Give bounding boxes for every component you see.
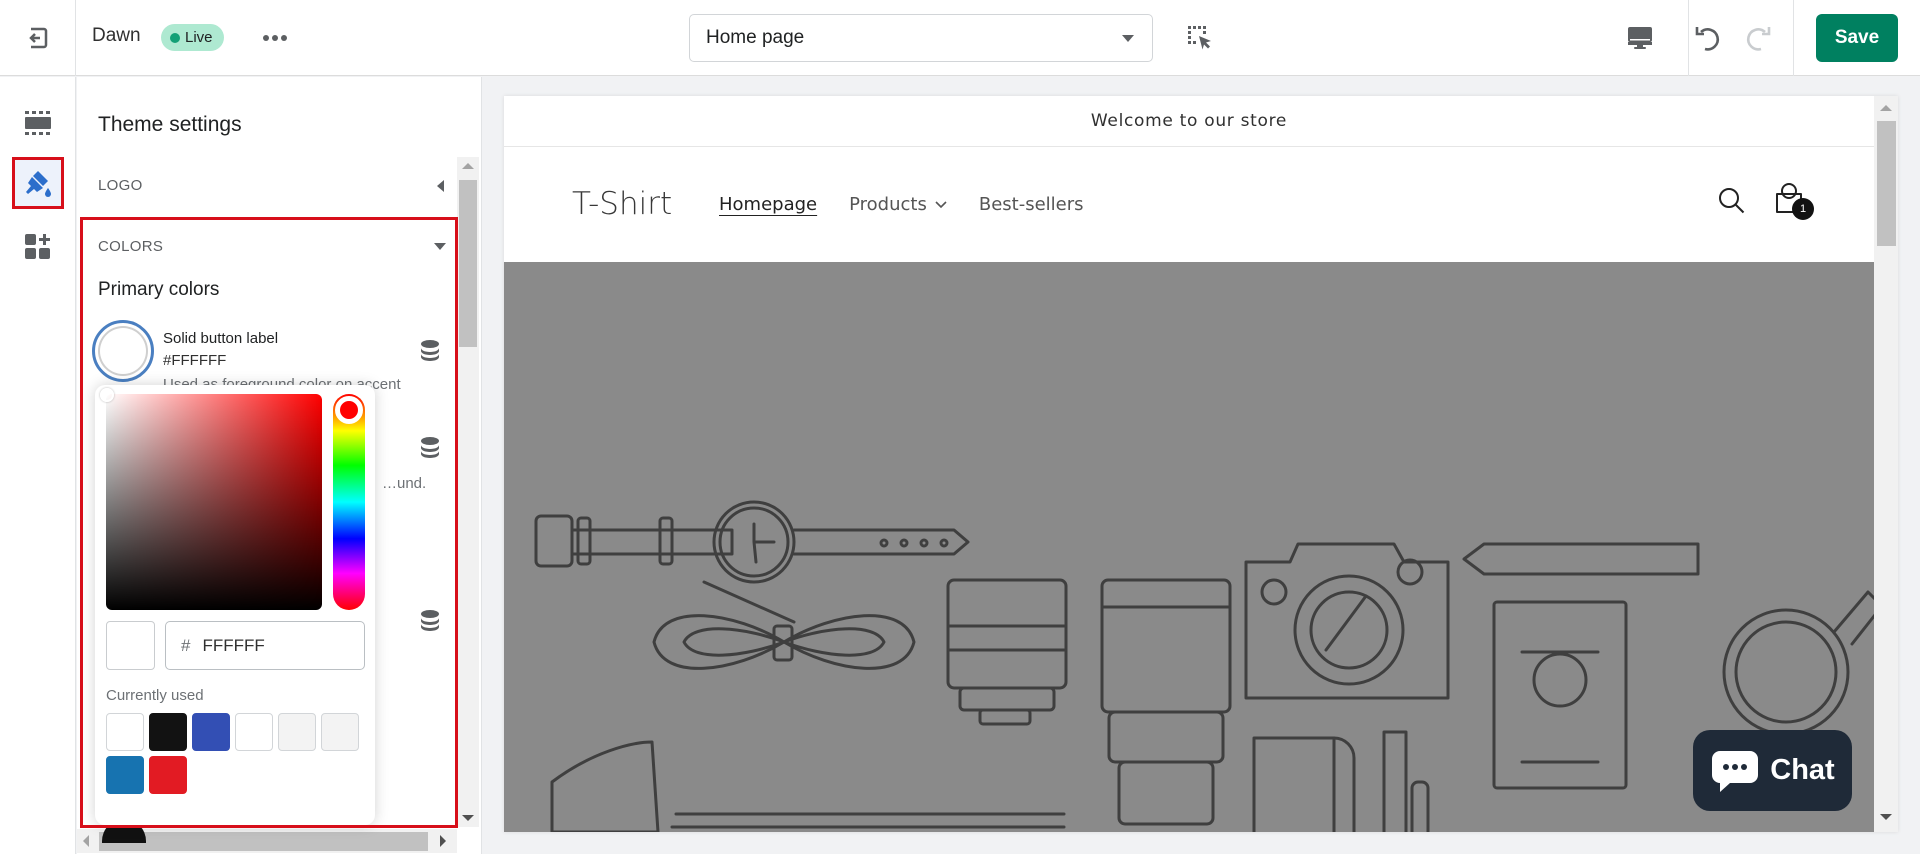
hex-color-input[interactable]: # FFFFFF xyxy=(165,621,365,670)
nav-item-homepage[interactable]: Homepage xyxy=(719,194,817,215)
used-color-swatch[interactable] xyxy=(321,713,359,751)
scroll-down-arrow-icon[interactable] xyxy=(462,815,474,821)
editor-sidebar-rail xyxy=(0,77,76,854)
undo-button[interactable] xyxy=(1688,18,1728,58)
live-dot-icon xyxy=(170,32,180,43)
hero-banner-image xyxy=(504,262,1874,832)
section-colors-toggle[interactable]: COLORS xyxy=(98,238,446,255)
nav-item-best-sellers[interactable]: Best-sellers xyxy=(979,194,1084,215)
save-button[interactable]: Save xyxy=(1816,14,1898,62)
inspector-toggle-button[interactable] xyxy=(1184,22,1216,54)
color-swatch-button[interactable] xyxy=(92,320,154,382)
saturation-handle[interactable] xyxy=(100,388,114,402)
dynamic-source-icon[interactable] xyxy=(420,340,440,362)
caret-down-icon xyxy=(1122,35,1134,42)
page-selector-value: Home page xyxy=(706,27,805,48)
chat-bubble-icon xyxy=(1712,750,1759,792)
theme-name: Dawn xyxy=(92,25,141,46)
lifestyle-illustration xyxy=(534,500,1874,832)
chat-label: Chat xyxy=(1770,754,1835,786)
store-header: T-Shirt Homepage Products Best-sellers 1 xyxy=(504,148,1874,262)
caret-left-icon xyxy=(437,180,444,192)
currently-used-label: Currently used xyxy=(106,687,204,704)
sections-icon xyxy=(25,111,51,135)
redo-icon xyxy=(1746,27,1771,51)
scrollbar-thumb[interactable] xyxy=(1877,121,1896,246)
section-colors-label: COLORS xyxy=(98,238,164,255)
store-logo[interactable]: T-Shirt xyxy=(572,186,672,222)
undo-icon xyxy=(1695,27,1720,51)
used-color-swatch[interactable] xyxy=(106,713,144,751)
used-color-swatch[interactable] xyxy=(235,713,273,751)
selected-color-preview xyxy=(106,621,155,670)
used-color-swatch[interactable] xyxy=(278,713,316,751)
color-setting-value: #FFFFFF xyxy=(163,352,227,369)
paint-brush-icon xyxy=(26,171,51,197)
rail-item-theme-settings[interactable] xyxy=(12,157,64,209)
exit-icon xyxy=(28,27,47,49)
nav-item-products[interactable]: Products xyxy=(849,194,947,215)
rail-item-app-embeds[interactable] xyxy=(12,221,64,273)
more-horizontal-icon xyxy=(263,35,269,41)
cart-count-badge: 1 xyxy=(1792,198,1814,220)
hex-prefix: # xyxy=(181,635,191,655)
saturation-brightness-area[interactable] xyxy=(100,388,322,610)
scrollbar-thumb[interactable] xyxy=(459,180,477,347)
top-bar: Dawn Live Home page Save xyxy=(0,0,1920,76)
section-logo-label: LOGO xyxy=(98,177,143,194)
dynamic-source-icon[interactable] xyxy=(420,610,440,632)
cart-button[interactable]: 1 xyxy=(1774,182,1814,221)
hue-slider[interactable] xyxy=(333,394,365,610)
desktop-icon xyxy=(1628,27,1652,49)
dynamic-source-icon[interactable] xyxy=(420,437,440,459)
color-setting-label: Solid button label xyxy=(163,330,279,347)
redo-button[interactable] xyxy=(1738,18,1778,58)
select-element-icon xyxy=(1188,26,1211,50)
used-color-swatch[interactable] xyxy=(149,713,187,751)
store-nav: Homepage Products Best-sellers xyxy=(719,194,1084,215)
section-logo-toggle[interactable]: LOGO xyxy=(98,177,446,194)
rail-item-sections[interactable] xyxy=(12,97,64,149)
apps-add-icon xyxy=(25,234,50,259)
live-status-badge: Live xyxy=(161,24,224,51)
page-selector[interactable]: Home page xyxy=(689,14,1153,62)
more-actions-button[interactable] xyxy=(258,24,292,52)
used-color-swatch[interactable] xyxy=(149,756,187,794)
panel-vertical-scrollbar[interactable] xyxy=(457,157,479,827)
caret-down-icon xyxy=(434,243,446,250)
exit-editor-button[interactable] xyxy=(0,0,76,76)
live-badge-label: Live xyxy=(185,29,213,46)
panel-title: Theme settings xyxy=(98,113,242,136)
currently-used-swatches xyxy=(106,713,372,794)
hex-value: FFFFFF xyxy=(202,635,265,655)
toolbar-divider xyxy=(1793,0,1794,76)
primary-colors-heading: Primary colors xyxy=(98,279,220,300)
chat-launcher-button[interactable]: Chat xyxy=(1693,730,1852,811)
preview-vertical-scrollbar[interactable] xyxy=(1874,96,1898,832)
scroll-left-arrow-icon[interactable] xyxy=(83,835,89,847)
used-color-swatch[interactable] xyxy=(192,713,230,751)
scroll-up-arrow-icon[interactable] xyxy=(462,163,474,169)
scrollbar-thumb[interactable] xyxy=(99,832,428,851)
hue-slider-handle[interactable] xyxy=(335,396,363,424)
scroll-right-arrow-icon[interactable] xyxy=(440,835,446,847)
search-icon[interactable] xyxy=(1717,186,1747,216)
announcement-bar: Welcome to our store xyxy=(504,96,1874,147)
scroll-down-arrow-icon[interactable] xyxy=(1880,814,1892,820)
used-color-swatch[interactable] xyxy=(106,756,144,794)
scroll-up-arrow-icon[interactable] xyxy=(1880,105,1892,111)
theme-settings-panel: Theme settings LOGO COLORS Primary color… xyxy=(77,77,482,854)
store-preview-frame: Welcome to our store T-Shirt Homepage Pr… xyxy=(504,96,1898,832)
chevron-down-icon xyxy=(935,200,947,208)
color-picker-popover: # FFFFFF Currently used xyxy=(95,385,375,825)
color-setting-help: …und. xyxy=(382,475,427,492)
preview-device-button[interactable] xyxy=(1620,18,1660,58)
